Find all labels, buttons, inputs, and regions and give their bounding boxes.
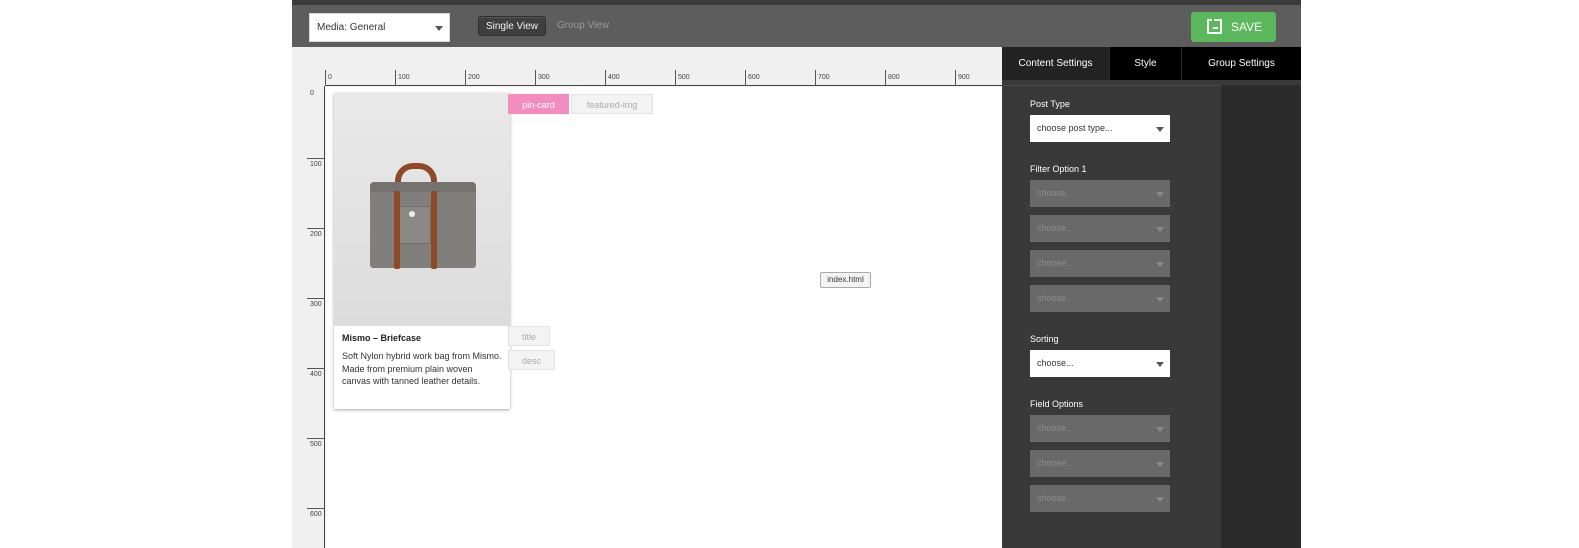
chevron-down-icon	[1156, 427, 1164, 432]
ruler-vertical: 0 100 200 300 400 500 600	[307, 86, 325, 548]
filter-value: choose...	[1037, 223, 1074, 233]
bag-strap	[431, 191, 437, 269]
field-value: choose...	[1037, 423, 1074, 433]
ruler-tick: 800	[885, 70, 900, 86]
ruler-tick: 200	[465, 70, 480, 86]
filter-select-1[interactable]: choose...	[1030, 180, 1170, 207]
ruler-tick: 400	[307, 368, 325, 438]
chevron-down-icon	[1156, 262, 1164, 267]
editor-app: Media: General Single View Group View SA…	[292, 0, 1301, 548]
chevron-down-icon	[1156, 362, 1164, 367]
filter-select-3[interactable]: choose...	[1030, 250, 1170, 277]
group-view-button[interactable]: Group View	[550, 16, 616, 36]
ruler-tick: 200	[307, 228, 325, 298]
featured-image[interactable]	[334, 93, 510, 326]
ruler-tick: 400	[605, 70, 620, 86]
post-type-label: Post Type	[1030, 99, 1070, 109]
ruler-tick: 600	[745, 70, 760, 86]
field-select-2[interactable]: choose...	[1030, 450, 1170, 477]
tab-group-settings[interactable]: Group Settings	[1182, 47, 1301, 80]
file-badge: index.html	[820, 272, 871, 288]
featured-img-tag[interactable]: featured-img	[571, 94, 653, 114]
field-value: choose...	[1037, 493, 1074, 503]
field-value: choose...	[1037, 458, 1074, 468]
chevron-down-icon	[1156, 497, 1164, 502]
sorting-select[interactable]: choose...	[1030, 350, 1170, 377]
pin-card[interactable]: Mismo – Briefcase Soft Nylon hybrid work…	[334, 93, 510, 409]
chevron-down-icon	[1156, 127, 1164, 132]
ruler-corner	[307, 70, 325, 86]
ruler-tick: 500	[307, 438, 325, 508]
desc-tag[interactable]: desc	[508, 350, 555, 370]
panel-edge	[1221, 85, 1301, 548]
ruler-tick: 500	[675, 70, 690, 86]
save-label: SAVE	[1231, 20, 1263, 34]
filter-value: choose...	[1037, 188, 1074, 198]
tab-content-settings[interactable]: Content Settings	[1002, 47, 1110, 80]
ruler-tick: 0	[325, 70, 332, 86]
tab-style[interactable]: Style	[1110, 47, 1182, 80]
save-icon	[1207, 19, 1222, 34]
ruler-tick: 600	[307, 508, 325, 548]
chevron-down-icon	[435, 26, 443, 31]
card-title[interactable]: Mismo – Briefcase	[342, 333, 421, 343]
design-canvas[interactable]: Mismo – Briefcase Soft Nylon hybrid work…	[326, 87, 1002, 548]
filter-value: choose...	[1037, 258, 1074, 268]
ruler-tick: 900	[955, 70, 970, 86]
top-toolbar: Media: General Single View Group View SA…	[292, 0, 1301, 47]
field-options-label: Field Options	[1030, 399, 1084, 409]
card-desc[interactable]: Soft Nylon hybrid work bag from Mismo. M…	[342, 350, 502, 388]
ruler-tick: 300	[535, 70, 550, 86]
chevron-down-icon	[1156, 462, 1164, 467]
settings-panel: Content Settings Style Group Settings Po…	[1002, 47, 1301, 548]
field-select-1[interactable]: choose...	[1030, 415, 1170, 442]
ruler-tick: 300	[307, 298, 325, 368]
field-select-3[interactable]: choose...	[1030, 485, 1170, 512]
save-button[interactable]: SAVE	[1191, 12, 1276, 42]
post-type-select[interactable]: choose post type...	[1030, 115, 1170, 142]
media-select[interactable]: Media: General	[309, 13, 450, 42]
filter-select-4[interactable]: choose...	[1030, 285, 1170, 312]
ruler-tick: 700	[815, 70, 830, 86]
ruler-tick: 0	[310, 90, 314, 97]
post-type-value: choose post type...	[1037, 123, 1113, 133]
ruler-tick: 100	[395, 70, 410, 86]
panel-tabs: Content Settings Style Group Settings	[1002, 47, 1301, 80]
pin-card-tag[interactable]: pin-card	[508, 94, 569, 114]
sorting-label: Sorting	[1030, 334, 1059, 344]
filter-option-label: Filter Option 1	[1030, 164, 1087, 174]
filter-select-2[interactable]: choose...	[1030, 215, 1170, 242]
bag-snap	[409, 211, 415, 217]
sorting-value: choose...	[1037, 358, 1074, 368]
ruler-horizontal: 0 100 200 300 400 500 600 700 800 900	[325, 70, 1002, 86]
filter-value: choose...	[1037, 293, 1074, 303]
bag-strap	[394, 191, 400, 269]
chevron-down-icon	[1156, 192, 1164, 197]
single-view-button[interactable]: Single View	[478, 16, 546, 36]
ruler-tick: 100	[307, 158, 325, 228]
title-tag[interactable]: title	[508, 326, 550, 346]
chevron-down-icon	[1156, 227, 1164, 232]
divider	[1002, 85, 1221, 86]
chevron-down-icon	[1156, 297, 1164, 302]
media-select-value: Media: General	[317, 22, 386, 33]
